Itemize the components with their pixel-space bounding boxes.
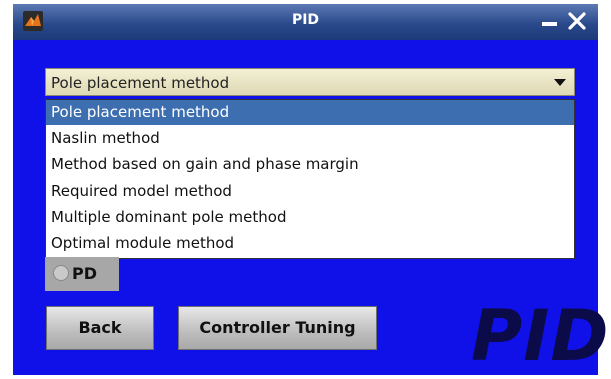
pd-radio-group[interactable]: PD (45, 257, 119, 291)
option-multiple-dominant-pole[interactable]: Multiple dominant pole method (46, 205, 574, 230)
back-button[interactable]: Back (46, 306, 154, 350)
window-title: PID (291, 12, 320, 28)
option-optimal-module[interactable]: Optimal module method (46, 231, 574, 256)
method-options-list: Pole placement method Naslin method Meth… (45, 99, 575, 259)
client-area: Pole placement method Pole placement met… (13, 40, 608, 375)
pid-watermark: PID (471, 295, 610, 377)
pd-radio-button[interactable] (53, 265, 69, 281)
chevron-down-icon[interactable] (554, 79, 566, 86)
option-pole-placement[interactable]: Pole placement method (46, 100, 574, 125)
option-required-model[interactable]: Required model method (46, 179, 574, 204)
dropdown-selected-value: Pole placement method (51, 74, 230, 92)
pd-radio-label: PD (72, 264, 98, 283)
pid-window: PID Pole placement method Pole placement… (13, 4, 608, 375)
minimize-icon[interactable] (539, 10, 561, 32)
method-dropdown[interactable]: Pole placement method (45, 68, 575, 96)
option-naslin[interactable]: Naslin method (46, 126, 574, 151)
close-icon[interactable] (566, 10, 588, 32)
controller-tuning-button[interactable]: Controller Tuning (178, 306, 377, 350)
option-gain-phase-margin[interactable]: Method based on gain and phase margin (46, 152, 574, 177)
title-bar[interactable]: PID (13, 4, 598, 40)
